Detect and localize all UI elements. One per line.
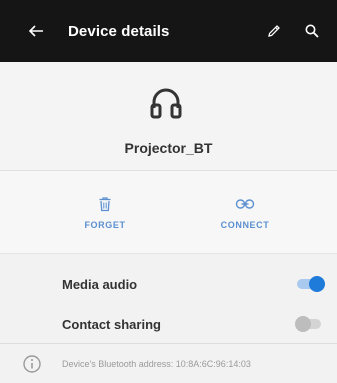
search-icon	[305, 24, 319, 38]
link-icon	[235, 199, 255, 209]
media-audio-label: Media audio	[62, 276, 138, 292]
media-audio-row[interactable]: Media audio	[0, 262, 337, 306]
headphones-icon	[150, 88, 182, 119]
toggle-knob	[295, 316, 311, 332]
back-arrow-icon	[28, 25, 43, 37]
device-name: Projector_BT	[124, 140, 213, 156]
bluetooth-address-footer: Device's Bluetooth address: 10:8A:6C:96:…	[0, 344, 337, 383]
device-actions: FORGET CONNECT	[0, 170, 337, 254]
page-title: Device details	[68, 22, 170, 40]
edit-button[interactable]	[259, 13, 289, 49]
bluetooth-address-text: Device's Bluetooth address: 10:8A:6C:96:…	[62, 358, 251, 369]
contact-sharing-label: Contact sharing	[62, 316, 161, 332]
device-header: Projector_BT	[0, 62, 337, 170]
contact-sharing-row[interactable]: Contact sharing	[0, 302, 337, 346]
connect-button[interactable]: CONNECT	[170, 171, 320, 253]
pencil-icon	[268, 25, 280, 37]
back-button[interactable]	[18, 13, 54, 49]
app-bar: Device details	[0, 0, 337, 62]
search-button[interactable]	[297, 13, 327, 49]
media-audio-toggle[interactable]	[295, 276, 325, 292]
info-icon	[23, 354, 41, 373]
contact-sharing-toggle[interactable]	[295, 316, 325, 332]
toggle-knob	[309, 276, 325, 292]
forget-label: FORGET	[84, 220, 126, 230]
forget-button[interactable]: FORGET	[30, 171, 180, 253]
connect-label: CONNECT	[220, 220, 270, 230]
trash-icon	[99, 197, 111, 212]
